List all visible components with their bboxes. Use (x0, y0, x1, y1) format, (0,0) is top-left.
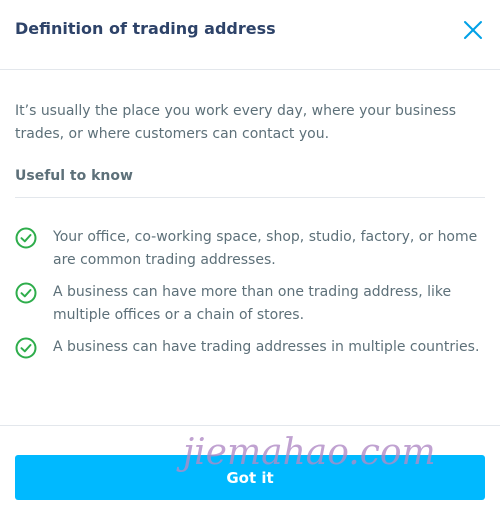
modal-footer: Got it (0, 425, 500, 506)
list-item-text: Your office, co-working space, shop, stu… (53, 229, 478, 268)
modal-header: Definition of trading address (0, 0, 500, 70)
list-item: Your office, co-working space, shop, stu… (15, 226, 485, 272)
close-icon (464, 21, 482, 39)
check-circle-icon (15, 227, 37, 249)
trading-address-modal: Definition of trading address It’s usual… (0, 0, 500, 506)
useful-list: Your office, co-working space, shop, stu… (15, 226, 485, 359)
check-circle-icon (15, 337, 37, 359)
section-title: Useful to know (15, 167, 485, 198)
modal-body: It’s usually the place you work every da… (15, 100, 485, 368)
close-button[interactable] (459, 16, 487, 44)
list-item-text: A business can have more than one tradin… (53, 284, 452, 323)
modal-title: Definition of trading address (15, 19, 276, 38)
got-it-button[interactable]: Got it (15, 455, 485, 500)
intro-text: It’s usually the place you work every da… (15, 103, 457, 142)
list-item-text: A business can have trading addresses in… (53, 339, 480, 355)
list-item: A business can have trading addresses in… (15, 336, 485, 359)
list-item: A business can have more than one tradin… (15, 281, 485, 327)
check-circle-icon (15, 282, 37, 304)
